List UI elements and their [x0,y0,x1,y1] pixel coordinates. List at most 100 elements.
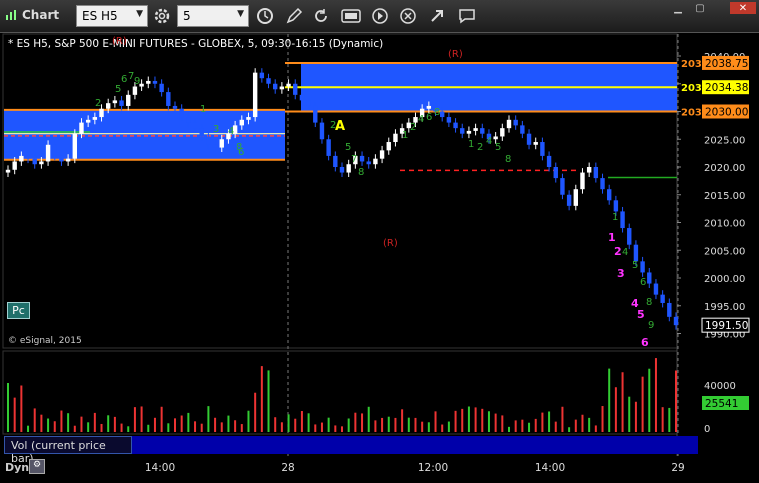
comment-button[interactable] [455,5,479,27]
volume-bar [588,417,591,432]
volume-bar [27,425,30,432]
volume-bar [434,411,437,432]
refresh-button[interactable] [309,5,333,27]
price-level-value: 2034.38 [705,82,748,94]
volume-bar [320,422,323,432]
volume-bar [487,411,490,432]
setup-count-label: 4 [486,136,492,147]
price-chart[interactable]: * ES H5, S&P 500 E-MINI FUTURES - GLOBEX… [0,33,759,480]
candle-body [92,117,98,120]
volume-bar [614,387,617,432]
volume-bar [327,417,330,432]
volume-bar [47,418,50,432]
volume-bar [407,417,410,432]
candle-body [85,119,91,123]
marker-r-3: (R) [383,238,398,249]
setup-count-label: 6 [426,112,432,123]
chevron-down-icon[interactable]: ▼ [237,9,244,19]
setup-count-label: 3 [213,124,219,135]
candle-body [12,161,17,170]
candle-body [186,117,191,123]
volume-bar [541,412,544,432]
candle-body [560,178,565,195]
volume-label-bar [132,436,698,454]
time-axis-label: 14:00 [535,462,565,474]
minimize-button[interactable]: ▁ [668,2,688,14]
candle-body [513,119,518,126]
maximize-button[interactable]: ▢ [690,2,710,14]
setup-count-label: 5 [495,142,501,153]
volume-bar [180,415,183,432]
volume-bar [501,415,504,432]
chart-window: Chart ES H5 ▼ 5 ▼ ▁ ▢ ✕ * ES H5, S&P 500… [0,0,759,480]
study-icon [341,9,361,23]
marker-r-2: (R) [448,49,463,60]
volume-bar [367,406,370,432]
volume-bar [608,368,611,432]
time-axis-label: 29 [671,462,684,474]
price-level-value: 2030.00 [705,107,748,119]
candle-body [212,144,218,148]
link-icon [431,10,443,22]
volume-bar [454,410,457,432]
price-tick-label: 1995.00 [704,302,745,313]
volume-bar [421,421,424,432]
title-bar: Chart ES H5 ▼ 5 ▼ ▁ ▢ ✕ [0,0,759,33]
setup-count-label: 1 [402,130,408,141]
volume-bar [267,370,270,432]
close-button[interactable]: ✕ [730,2,756,14]
volume-bar [187,412,190,432]
candle-body [45,144,51,162]
price-tick-label: 2005.00 [704,246,745,257]
volume-bar [347,418,350,432]
minimize-icon: ▁ [674,2,682,14]
volume-bar [214,417,217,432]
candle-body [386,142,391,151]
volume-bar [387,416,390,432]
candle-body [546,155,552,167]
candle-body [647,272,652,284]
price-level-tag: 203 [681,83,702,94]
volume-bar [7,382,9,432]
play-button[interactable] [368,5,392,27]
dyn-label[interactable]: Dyn [5,461,29,474]
candle-body [306,100,311,106]
study-button[interactable] [339,5,363,27]
setup-count-label: 9 [648,320,654,331]
pc-button[interactable]: Pc [7,302,30,319]
dynamic-icon[interactable]: ⚙ [29,459,45,474]
price-tick-label: 2025.00 [704,135,745,146]
setup-count-label: 4 [228,126,234,137]
candle-body [5,169,11,173]
setup-count-label: 8 [505,154,511,165]
candle-body [132,86,138,95]
volume-bar [548,411,551,432]
chevron-down-icon[interactable]: ▼ [136,9,143,19]
volume-bar [254,392,257,432]
candle-body [366,161,371,165]
draw-button[interactable] [282,5,306,27]
interval-input[interactable]: 5 ▼ [177,5,249,27]
volume-bar [153,417,156,432]
volume-bar [628,396,631,432]
clock-button[interactable] [253,5,277,27]
price-level-tag: 203 [681,108,702,119]
volume-bar [294,418,297,432]
candle-body [520,125,525,134]
candle-body [526,133,532,145]
candle-body [613,200,619,212]
volume-bar [260,366,263,432]
symbol-input[interactable]: ES H5 ▼ [76,5,148,27]
interval-value: 5 [183,9,191,23]
setup-count-label: 1 [612,212,618,223]
volume-bar [120,423,123,432]
volume-bar [641,376,644,432]
close-study-button[interactable] [396,5,420,27]
volume-bar [554,421,557,432]
candle-body [379,150,385,159]
volume-bar [394,417,397,432]
gear-button[interactable] [150,5,174,27]
volume-study-label[interactable]: Vol (current price bar) [4,436,132,465]
price-level-value: 1991.50 [705,320,748,332]
link-button[interactable] [425,5,449,27]
